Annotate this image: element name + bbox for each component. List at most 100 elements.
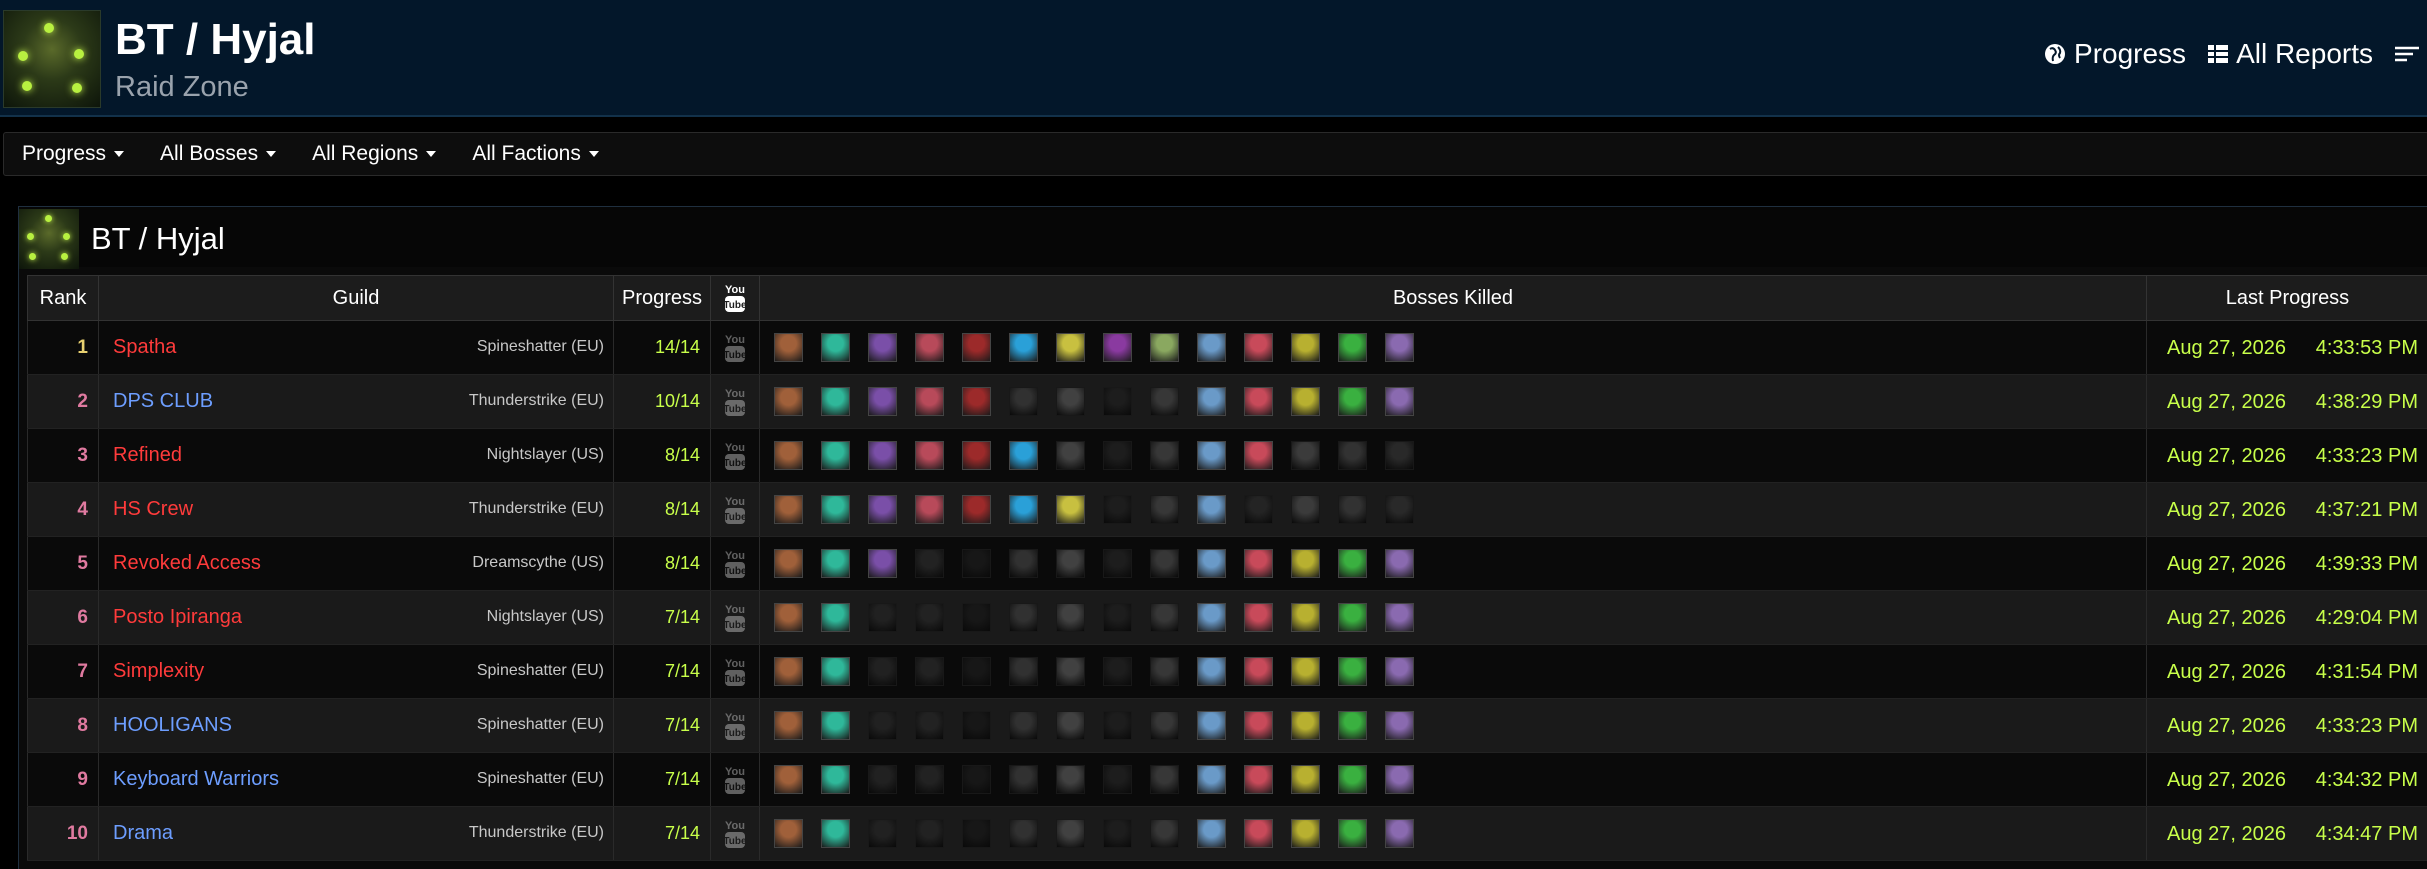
guild-server[interactable]: Spineshatter (EU) <box>477 770 604 788</box>
guild-name-link[interactable]: Simplexity <box>113 660 204 683</box>
boss-icon-9[interactable] <box>1150 765 1179 794</box>
boss-icon-12[interactable] <box>1291 711 1320 740</box>
guild-server[interactable]: Nightslayer (US) <box>487 608 604 626</box>
boss-icon-11[interactable] <box>1244 711 1273 740</box>
video-cell[interactable]: You Tube <box>711 483 760 537</box>
boss-icon-11[interactable] <box>1244 387 1273 416</box>
guild-name-link[interactable]: Keyboard Warriors <box>113 768 279 791</box>
boss-icon-7[interactable] <box>1056 603 1085 632</box>
boss-icon-3[interactable] <box>868 333 897 362</box>
boss-icon-2[interactable] <box>821 657 850 686</box>
rank-header[interactable]: Rank <box>28 276 99 321</box>
video-cell[interactable]: You Tube <box>711 807 760 861</box>
boss-icon-2[interactable] <box>821 441 850 470</box>
boss-icon-10[interactable] <box>1197 495 1226 524</box>
boss-icon-1[interactable] <box>774 819 803 848</box>
boss-icon-13[interactable] <box>1338 819 1367 848</box>
boss-icon-6[interactable] <box>1009 657 1038 686</box>
last-progress-date[interactable]: Aug 27, 2026 <box>2167 823 2286 846</box>
boss-icon-9[interactable] <box>1150 711 1179 740</box>
boss-icon-8[interactable] <box>1103 819 1132 848</box>
boss-icon-4[interactable] <box>915 603 944 632</box>
boss-icon-11[interactable] <box>1244 819 1273 848</box>
last-progress-date[interactable]: Aug 27, 2026 <box>2167 391 2286 414</box>
boss-icon-1[interactable] <box>774 657 803 686</box>
boss-icon-11[interactable] <box>1244 333 1273 362</box>
guild-server[interactable]: Spineshatter (EU) <box>477 662 604 680</box>
boss-icon-5[interactable] <box>962 441 991 470</box>
last-progress-date[interactable]: Aug 27, 2026 <box>2167 445 2286 468</box>
boss-icon-8[interactable] <box>1103 711 1132 740</box>
boss-icon-13[interactable] <box>1338 495 1367 524</box>
progress-filter[interactable]: Progress <box>22 142 124 166</box>
last-progress-date[interactable]: Aug 27, 2026 <box>2167 337 2286 360</box>
boss-icon-12[interactable] <box>1291 549 1320 578</box>
video-cell[interactable]: You Tube <box>711 321 760 375</box>
boss-icon-6[interactable] <box>1009 549 1038 578</box>
guild-header[interactable]: Guild <box>99 276 614 321</box>
boss-icon-7[interactable] <box>1056 657 1085 686</box>
boss-icon-4[interactable] <box>915 333 944 362</box>
boss-icon-6[interactable] <box>1009 333 1038 362</box>
last-progress-date[interactable]: Aug 27, 2026 <box>2167 607 2286 630</box>
last-progress-date[interactable]: Aug 27, 2026 <box>2167 769 2286 792</box>
boss-icon-11[interactable] <box>1244 657 1273 686</box>
boss-icon-14[interactable] <box>1385 333 1414 362</box>
guild-name-link[interactable]: HOOLIGANS <box>113 714 232 737</box>
boss-icon-4[interactable] <box>915 495 944 524</box>
boss-icon-3[interactable] <box>868 819 897 848</box>
boss-icon-14[interactable] <box>1385 819 1414 848</box>
guild-name-link[interactable]: HS Crew <box>113 498 193 521</box>
guild-server[interactable]: Spineshatter (EU) <box>477 338 604 356</box>
boss-icon-5[interactable] <box>962 657 991 686</box>
boss-icon-10[interactable] <box>1197 819 1226 848</box>
last-progress-time[interactable]: 4:34:47 PM <box>2316 823 2418 846</box>
boss-icon-14[interactable] <box>1385 549 1414 578</box>
table-row[interactable]: 8 HOOLIGANS Spineshatter (EU) 7/14 You T… <box>28 699 2427 753</box>
boss-icon-2[interactable] <box>821 333 850 362</box>
boss-icon-7[interactable] <box>1056 765 1085 794</box>
video-cell[interactable]: You Tube <box>711 375 760 429</box>
boss-icon-3[interactable] <box>868 711 897 740</box>
boss-icon-7[interactable] <box>1056 495 1085 524</box>
boss-icon-10[interactable] <box>1197 765 1226 794</box>
boss-icon-1[interactable] <box>774 711 803 740</box>
last-progress-time[interactable]: 4:33:53 PM <box>2316 337 2418 360</box>
boss-icon-5[interactable] <box>962 333 991 362</box>
boss-icon-5[interactable] <box>962 603 991 632</box>
boss-icon-14[interactable] <box>1385 441 1414 470</box>
boss-icon-12[interactable] <box>1291 657 1320 686</box>
boss-icon-2[interactable] <box>821 819 850 848</box>
video-cell[interactable]: You Tube <box>711 753 760 807</box>
boss-icon-6[interactable] <box>1009 765 1038 794</box>
boss-icon-11[interactable] <box>1244 495 1273 524</box>
guild-name-link[interactable]: Spatha <box>113 336 176 359</box>
boss-icon-7[interactable] <box>1056 819 1085 848</box>
boss-icon-10[interactable] <box>1197 387 1226 416</box>
guild-name-link[interactable]: Posto Ipiranga <box>113 606 242 629</box>
boss-icon-10[interactable] <box>1197 711 1226 740</box>
all-reports-link[interactable]: All Reports <box>2208 38 2373 70</box>
boss-icon-2[interactable] <box>821 711 850 740</box>
boss-icon-12[interactable] <box>1291 819 1320 848</box>
last-progress-time[interactable]: 4:33:23 PM <box>2316 445 2418 468</box>
boss-icon-13[interactable] <box>1338 387 1367 416</box>
boss-icon-9[interactable] <box>1150 603 1179 632</box>
last-progress-date[interactable]: Aug 27, 2026 <box>2167 661 2286 684</box>
boss-icon-13[interactable] <box>1338 657 1367 686</box>
bosses-filter[interactable]: All Bosses <box>160 142 276 166</box>
boss-icon-8[interactable] <box>1103 387 1132 416</box>
boss-icon-10[interactable] <box>1197 333 1226 362</box>
boss-icon-5[interactable] <box>962 765 991 794</box>
boss-icon-14[interactable] <box>1385 495 1414 524</box>
video-cell[interactable]: You Tube <box>711 645 760 699</box>
guild-server[interactable]: Thunderstrike (EU) <box>469 500 604 518</box>
boss-icon-1[interactable] <box>774 333 803 362</box>
last-progress-time[interactable]: 4:31:54 PM <box>2316 661 2418 684</box>
guild-server[interactable]: Spineshatter (EU) <box>477 716 604 734</box>
boss-icon-1[interactable] <box>774 495 803 524</box>
guild-server[interactable]: Nightslayer (US) <box>487 446 604 464</box>
last-progress-time[interactable]: 4:29:04 PM <box>2316 607 2418 630</box>
last-progress-date[interactable]: Aug 27, 2026 <box>2167 499 2286 522</box>
boss-icon-6[interactable] <box>1009 819 1038 848</box>
